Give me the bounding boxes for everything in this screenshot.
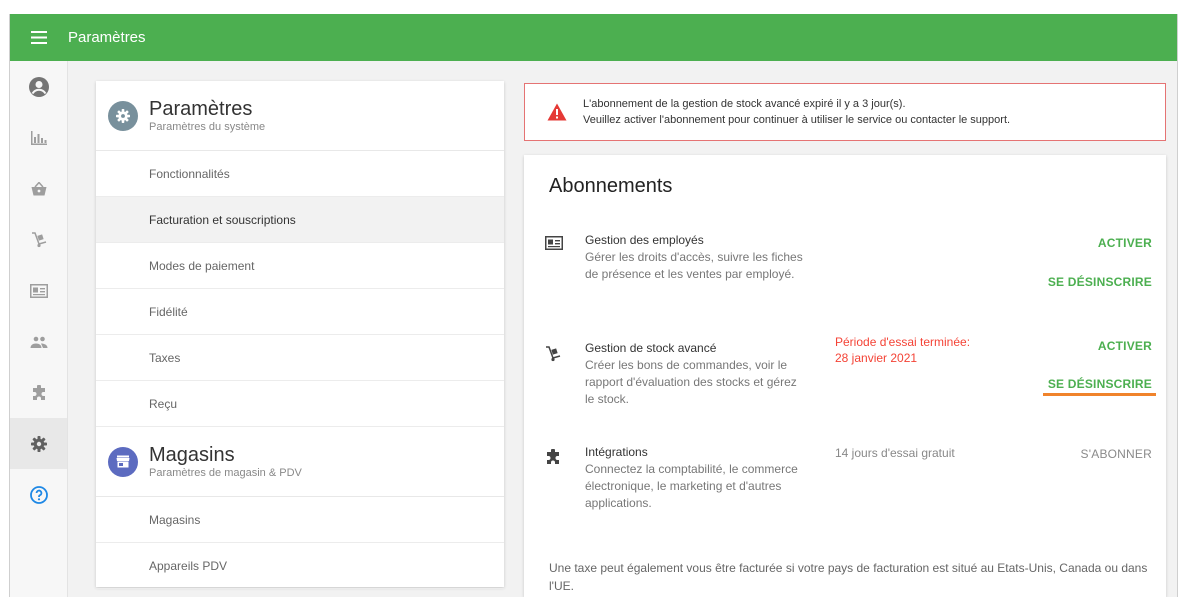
settings-item-facturation[interactable]: Facturation et souscriptions <box>96 197 504 243</box>
settings-item-taxes[interactable]: Taxes <box>96 335 504 381</box>
subscriptions-title: Abonnements <box>549 175 673 197</box>
gear-icon <box>108 100 138 131</box>
settings-gear-icon <box>30 435 47 452</box>
reports-chart-icon <box>30 130 47 145</box>
help-icon <box>29 485 48 504</box>
nav-inventory[interactable] <box>10 214 67 265</box>
section-subtitle: Paramètres de magasin & PDV <box>149 467 302 479</box>
store-icon <box>108 446 138 477</box>
trial-status: Période d'essai terminée: 28 janvier 202… <box>835 334 970 366</box>
section-header-parametres: Paramètres Paramètres du système <box>96 81 504 151</box>
puzzle-icon <box>547 449 559 464</box>
nav-sales[interactable] <box>10 163 67 214</box>
nav-reports[interactable] <box>10 112 67 163</box>
nav-settings[interactable] <box>10 418 67 469</box>
integrations-puzzle-icon <box>32 384 45 400</box>
employee-card-icon <box>545 236 563 250</box>
free-trial-status: 14 jours d'essai gratuit <box>835 446 955 460</box>
settings-item-appareils-pdv[interactable]: Appareils PDV <box>96 543 504 589</box>
inventory-cart-icon <box>31 231 46 247</box>
basket-icon <box>31 181 46 195</box>
alert-line-2: Veuillez activer l'abonnement pour conti… <box>583 114 1011 126</box>
subscription-description: Connectez la comptabilité, le commerce é… <box>585 462 798 510</box>
app-window: Paramètres Paramètres Paramètres du syst… <box>9 14 1178 597</box>
unsubscribe-button[interactable]: SE DÉSINSCRIRE <box>1048 377 1152 391</box>
settings-item-fonctionnalites[interactable]: Fonctionnalités <box>96 151 504 197</box>
employee-card-icon <box>29 283 48 298</box>
top-bar: Paramètres <box>10 14 1177 61</box>
unsubscribe-button[interactable]: SE DÉSINSCRIRE <box>1048 275 1152 289</box>
expiry-alert: L'abonnement de la gestion de stock avan… <box>524 83 1166 141</box>
tax-footnote: Une taxe peut également vous être factur… <box>549 561 1148 593</box>
settings-item-recu[interactable]: Reçu <box>96 381 504 427</box>
subscription-description: Gérer les droits d'accès, suivre les fic… <box>585 250 803 281</box>
section-subtitle: Paramètres du système <box>149 121 266 133</box>
nav-integrations[interactable] <box>10 367 67 418</box>
subscription-name: Gestion de stock avancé <box>585 341 717 355</box>
subscription-name: Intégrations <box>585 445 648 459</box>
subscription-name: Gestion des employés <box>585 233 704 247</box>
section-title: Paramètres <box>149 98 253 120</box>
warning-icon <box>547 103 567 121</box>
subscriptions-card: Abonnements Gestion des employés Gérer l… <box>524 155 1166 597</box>
subscription-description: Créer les bons de commandes, voir le rap… <box>585 358 797 406</box>
hamburger-icon[interactable] <box>10 14 68 61</box>
nav-account[interactable] <box>10 61 67 112</box>
account-icon <box>28 76 49 97</box>
page-title: Paramètres <box>68 29 146 46</box>
settings-item-magasins[interactable]: Magasins <box>96 497 504 543</box>
nav-employees[interactable] <box>10 265 67 316</box>
trial-ended-label: Période d'essai terminée: <box>835 335 971 349</box>
side-nav <box>10 61 68 597</box>
settings-item-fidelite[interactable]: Fidélité <box>96 289 504 335</box>
inventory-cart-icon <box>546 346 561 362</box>
subscribe-button[interactable]: S'ABONNER <box>1081 447 1152 461</box>
alert-line-1: L'abonnement de la gestion de stock avan… <box>583 98 906 110</box>
settings-item-modes-paiement[interactable]: Modes de paiement <box>96 243 504 289</box>
section-title: Magasins <box>149 444 235 466</box>
customers-icon <box>30 336 47 348</box>
highlight-underline <box>1043 393 1156 396</box>
nav-help[interactable] <box>10 469 67 520</box>
activate-button[interactable]: ACTIVER <box>1098 339 1152 353</box>
activate-button[interactable]: ACTIVER <box>1098 236 1152 250</box>
section-header-magasins: Magasins Paramètres de magasin & PDV <box>96 427 504 497</box>
trial-ended-date: 28 janvier 2021 <box>835 351 918 365</box>
nav-customers[interactable] <box>10 316 67 367</box>
settings-list-card: Paramètres Paramètres du système Fonctio… <box>96 81 504 589</box>
